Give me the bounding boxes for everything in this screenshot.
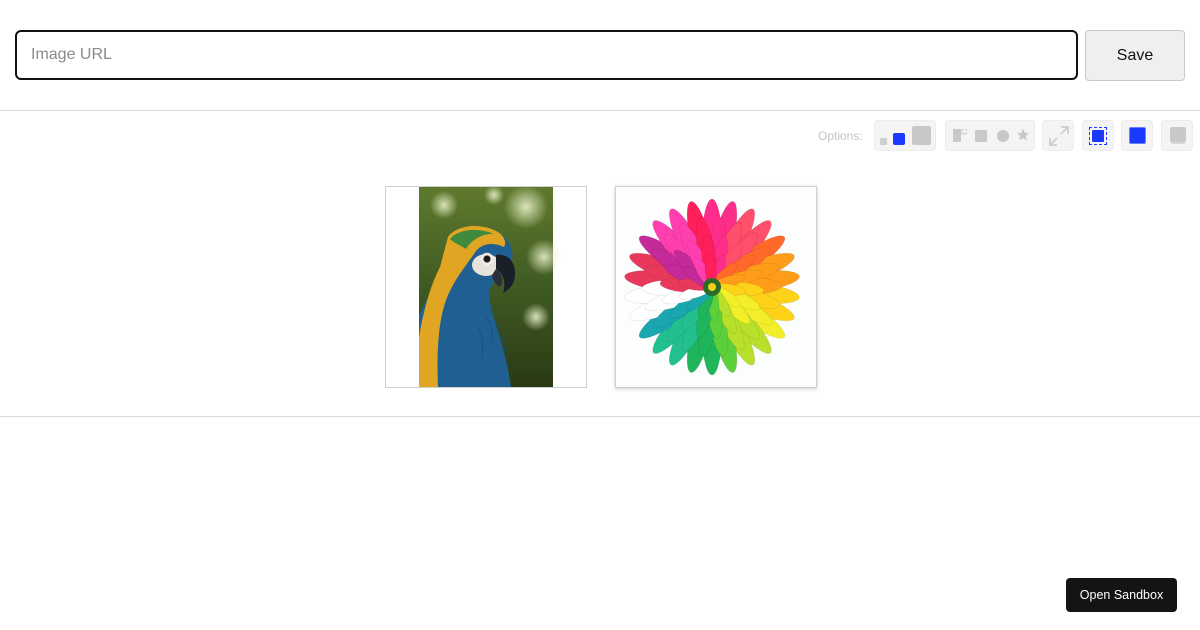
parrot-image-card[interactable]	[385, 186, 587, 388]
flower-image-card[interactable]	[615, 186, 817, 388]
open-sandbox-button[interactable]: Open Sandbox	[1066, 578, 1177, 612]
image-gallery	[0, 112, 1200, 417]
image-url-toolbar: Save	[0, 0, 1200, 111]
flower-image	[616, 187, 816, 387]
parrot-image	[386, 187, 586, 387]
image-url-input[interactable]	[15, 30, 1078, 80]
save-button[interactable]: Save	[1085, 30, 1185, 81]
